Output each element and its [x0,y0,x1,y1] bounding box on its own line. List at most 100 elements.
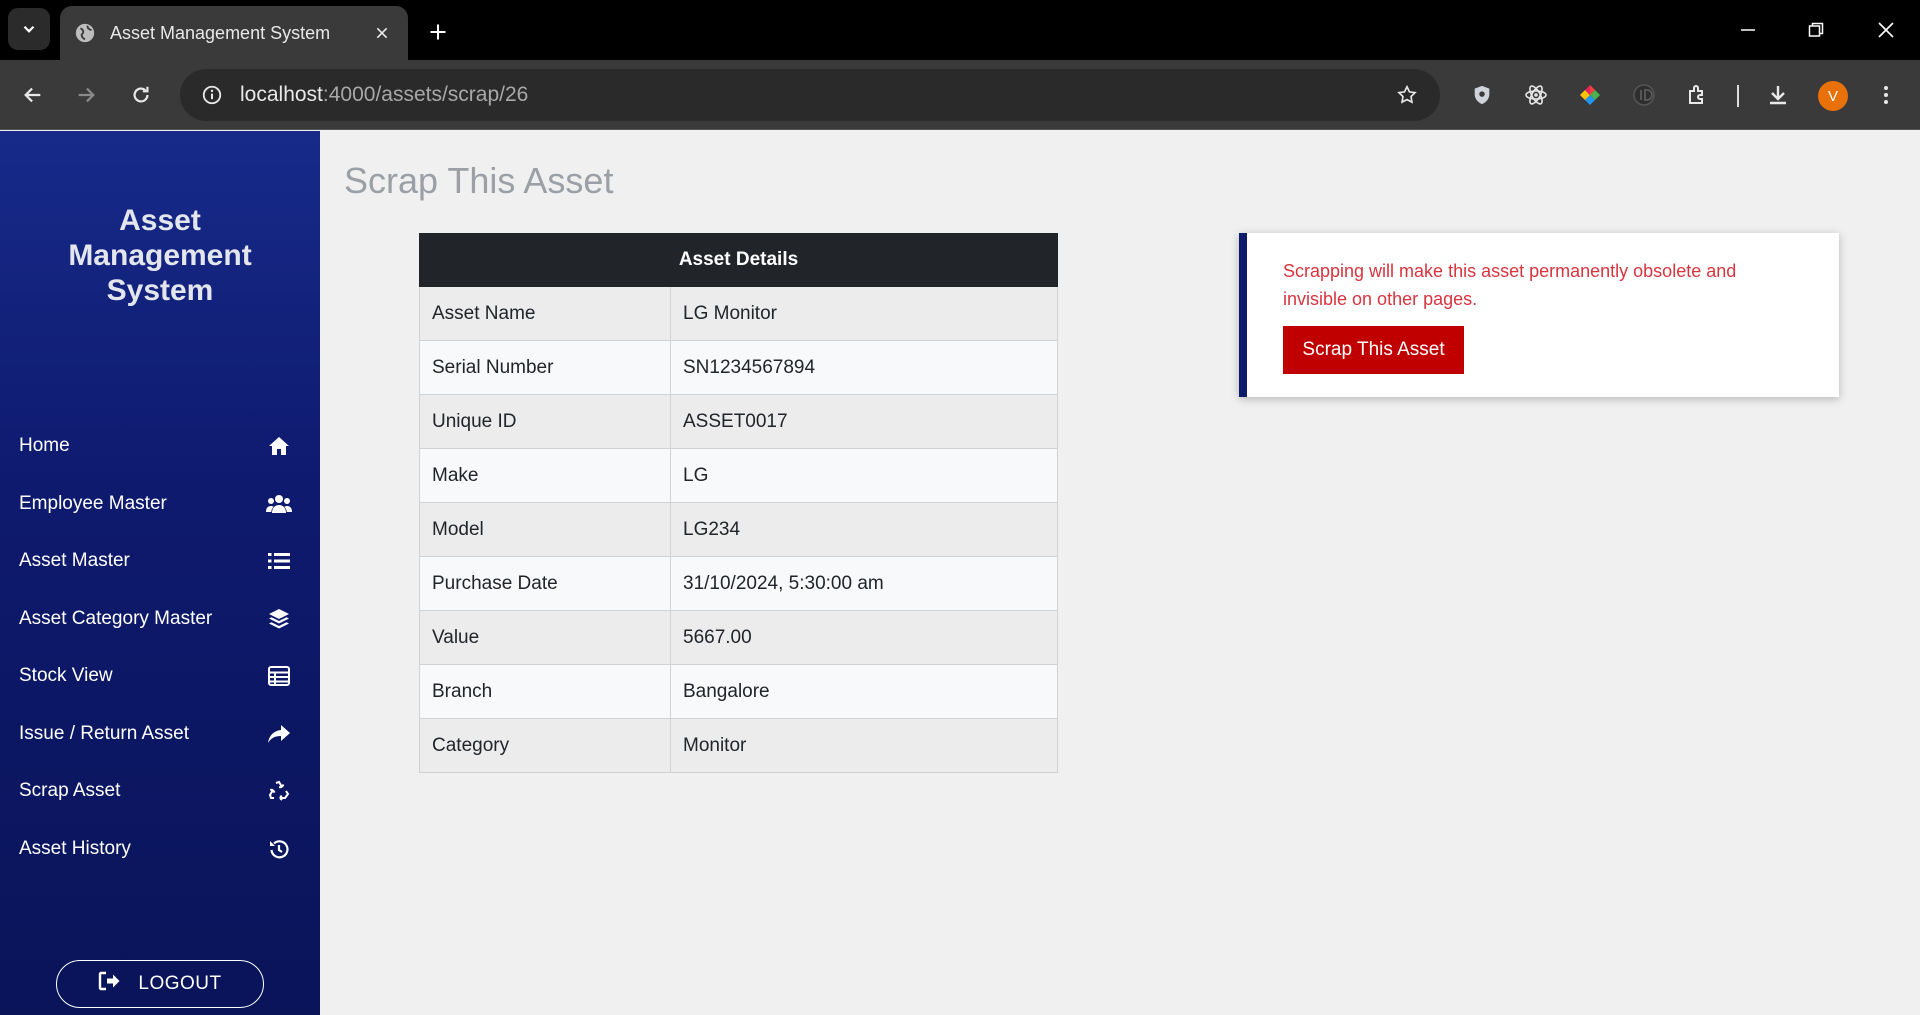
color-picker-extension-icon[interactable] [1574,79,1606,111]
row-value: 5667.00 [670,610,1058,665]
reload-icon [133,86,149,103]
minimize-icon [1741,29,1755,31]
browser-tabstrip: Asset Management System [0,0,1920,60]
extensions-puzzle-icon[interactable] [1682,79,1714,111]
nav-item-label: Asset History [19,838,131,859]
url-text[interactable]: localhost:4000/assets/scrap/26 [240,83,1392,107]
shield-extension-icon[interactable] [1466,79,1498,111]
row-value: LG Monitor [670,286,1058,341]
page-title: Scrap This Asset [344,160,614,201]
brand-line-3: System [106,274,214,307]
nav-item-label: Stock View [19,665,113,686]
new-tab-button[interactable] [420,14,456,50]
table-row: Branch Bangalore [419,664,1058,719]
table-row: Make LG [419,448,1058,503]
table-icon [266,663,292,689]
react-devtools-icon[interactable] [1520,79,1552,111]
arrow-right-icon [78,87,95,103]
site-info-icon[interactable] [198,81,226,109]
minimize-button[interactable] [1720,10,1776,50]
logout-button[interactable]: LOGOUT [56,960,264,1008]
download-icon[interactable] [1762,79,1794,111]
scrap-warning-card: Scrapping will make this asset permanent… [1239,233,1839,397]
nav-item-label: Home [19,435,70,456]
scrap-warning-text: Scrapping will make this asset permanent… [1283,261,1737,309]
table-row: Value 5667.00 [419,610,1058,665]
globe-icon [74,22,96,44]
table-header: Asset Details [419,233,1058,287]
row-value: 31/10/2024, 5:30:00 am [670,556,1058,611]
restore-button[interactable] [1788,10,1844,50]
reload-button[interactable] [120,74,162,116]
table-row: Model LG234 [419,502,1058,557]
row-label: Serial Number [419,340,671,395]
asset-details-table: Asset Details Asset Name LG Monitor Seri… [419,233,1058,773]
tab-title: Asset Management System [110,22,331,43]
table-row: Serial Number SN1234567894 [419,340,1058,395]
nav-item-label: Asset Master [19,550,130,571]
nav-item-label: Asset Category Master [19,608,213,629]
disabled-extension-icon[interactable] [1628,79,1660,111]
nav-item-asset-history[interactable]: Asset History [0,824,320,874]
row-value: ASSET0017 [670,394,1058,449]
nav-item-label: Employee Master [19,493,167,514]
row-label: Category [419,718,671,773]
nav-item-stock-view[interactable]: Stock View [0,651,320,701]
users-icon [266,491,292,517]
row-value: LG [670,448,1058,503]
chevron-down-icon [23,25,35,33]
share-icon [266,721,292,747]
home-icon [266,433,292,459]
table-header-row: Asset Details [419,233,1058,287]
back-button[interactable] [12,74,54,116]
row-label: Unique ID [419,394,671,449]
browser-tab-active[interactable]: Asset Management System [60,6,408,60]
row-label: Model [419,502,671,557]
row-label: Purchase Date [419,556,671,611]
row-value: Monitor [670,718,1058,773]
row-label: Asset Name [419,286,671,341]
close-window-button[interactable] [1858,10,1914,50]
profile-avatar[interactable]: V [1818,81,1848,111]
url-host: localhost [240,83,323,106]
nav-item-home[interactable]: Home [0,421,320,471]
table-row: Category Monitor [419,718,1058,773]
arrow-left-icon [24,87,41,103]
list-icon [266,548,292,574]
row-value: LG234 [670,502,1058,557]
url-path: :4000/assets/scrap/26 [322,83,529,106]
tab-search-button[interactable] [8,8,50,50]
nav-item-scrap-asset[interactable]: Scrap Asset [0,766,320,816]
nav-item-employee-master[interactable]: Employee Master [0,479,320,529]
sign-out-icon [98,971,120,997]
brand-line-2: Management [68,239,252,272]
logout-label: LOGOUT [138,973,222,994]
row-value: Bangalore [670,664,1058,719]
close-tab-icon[interactable] [370,21,394,45]
brand-line-1: Asset [119,204,201,237]
history-icon [266,836,292,862]
restore-icon [1808,22,1824,37]
browser-toolbar: localhost:4000/assets/scrap/26 V [0,60,1920,130]
table-row: Asset Name LG Monitor [419,286,1058,341]
row-label: Value [419,610,671,665]
layers-icon [266,606,292,632]
bookmark-star-icon[interactable] [1392,80,1422,110]
table-row: Unique ID ASSET0017 [419,394,1058,449]
address-bar[interactable]: localhost:4000/assets/scrap/26 [180,69,1440,121]
browser-menu-icon[interactable] [1870,79,1902,111]
close-icon [1878,22,1894,38]
row-value: SN1234567894 [670,340,1058,395]
nav-item-issue-return-asset[interactable]: Issue / Return Asset [0,709,320,759]
scrap-asset-button[interactable]: Scrap This Asset [1283,326,1464,374]
table-row: Purchase Date 31/10/2024, 5:30:00 am [419,556,1058,611]
nav-item-label: Issue / Return Asset [19,723,190,744]
row-label: Make [419,448,671,503]
forward-button[interactable] [65,74,107,116]
nav-item-label: Scrap Asset [19,780,121,801]
nav-item-asset-master[interactable]: Asset Master [0,536,320,586]
nav-item-asset-category-master[interactable]: Asset Category Master [0,594,320,644]
app-brand: Asset Management System [0,203,320,308]
toolbar-divider [1737,85,1739,107]
plus-icon [430,24,446,40]
